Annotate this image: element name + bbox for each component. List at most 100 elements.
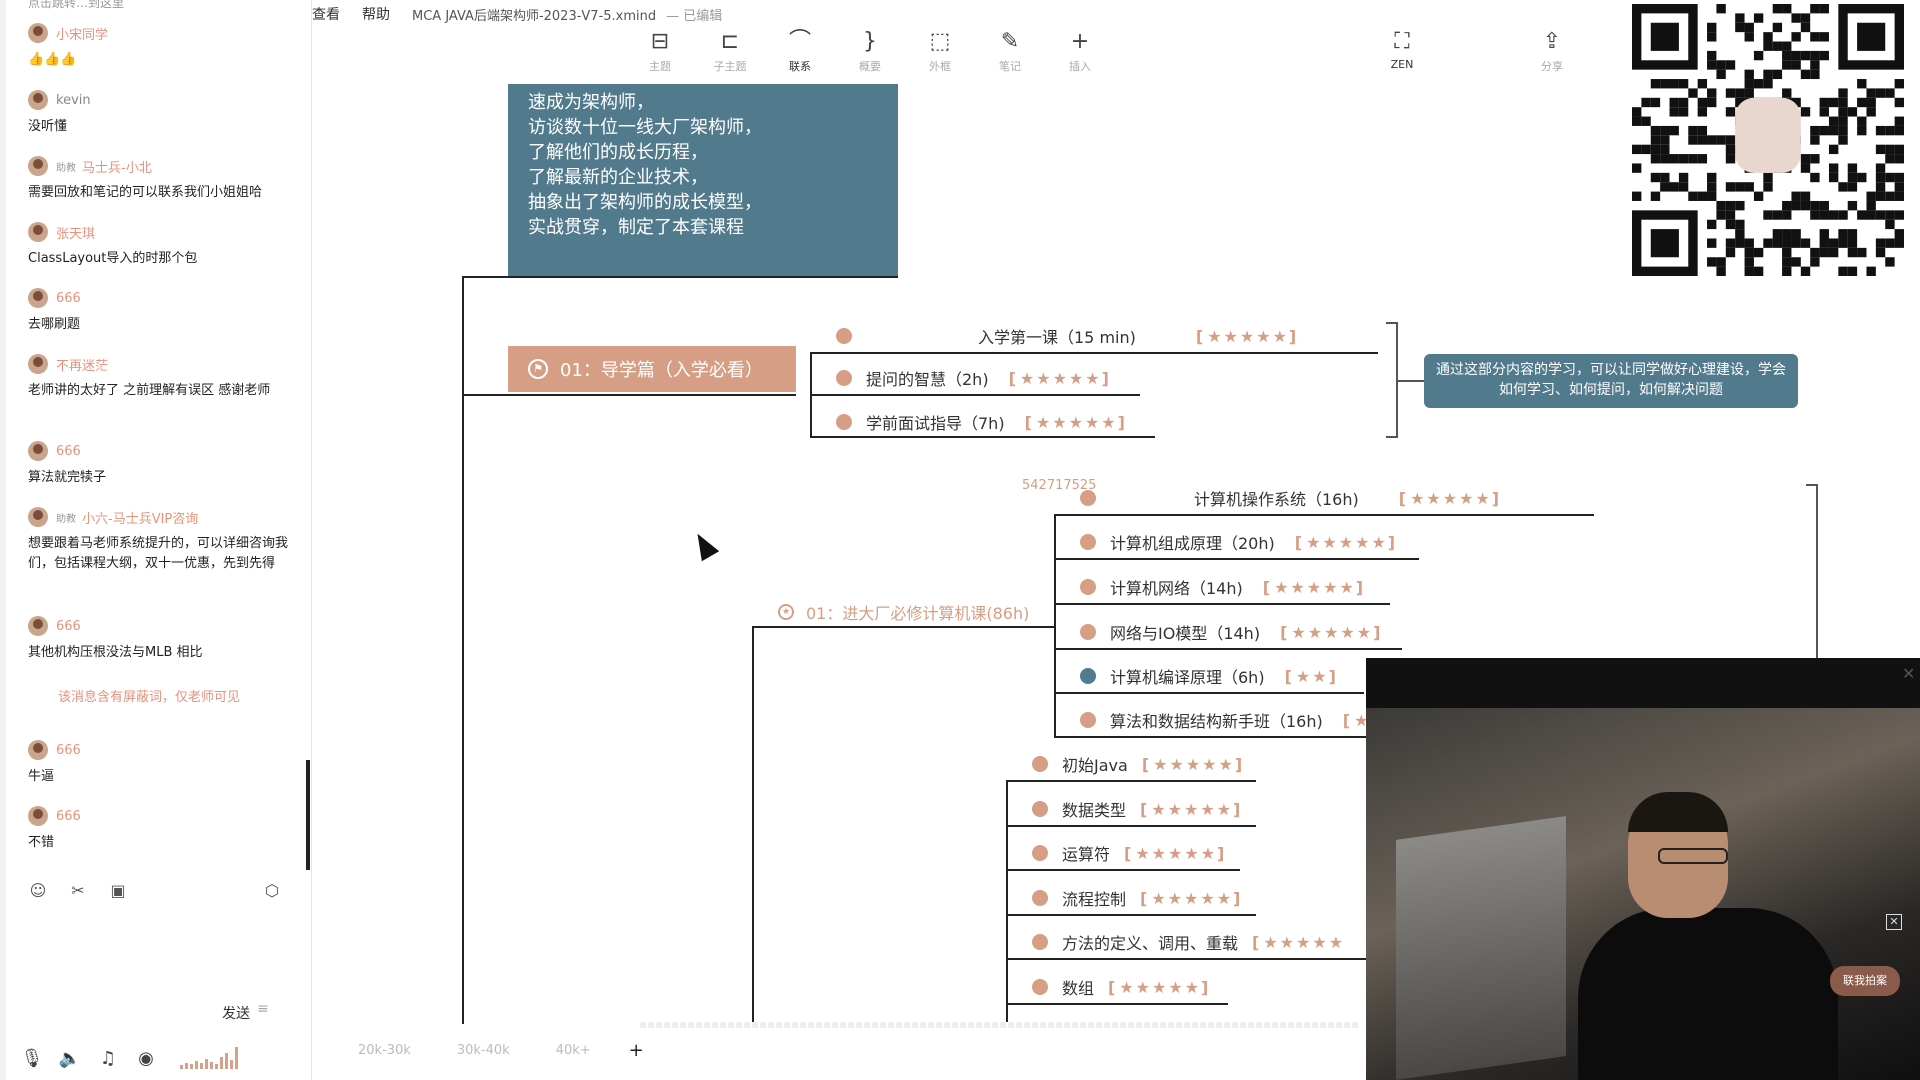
camera-icon[interactable]: ◉ xyxy=(136,1048,156,1069)
topic-title: 运算符 xyxy=(1062,845,1111,864)
rating-stars: ★★★★★ xyxy=(1263,932,1346,952)
section-cs-topic[interactable]: ★ 01：进大厂必修计算机课(86h) xyxy=(778,600,1029,624)
intro-topic[interactable]: 速成为架构师， 访谈数十位一线大厂架构师， 了解他们的成长历程， 了解最新的企业… xyxy=(508,84,898,276)
summary-bracket xyxy=(1816,484,1818,664)
rating-stars: ★★★★★ xyxy=(1135,843,1218,863)
bullet-icon xyxy=(1080,624,1096,640)
rating-stars: ★★★★★ xyxy=(1274,577,1356,597)
topic-item[interactable]: 计算机操作系统（16h) [★★★★★] xyxy=(1080,486,1499,510)
speaker-icon[interactable]: 🔈 xyxy=(59,1048,81,1069)
chat-username: 666 xyxy=(56,808,81,824)
rating-stars: ★★★★★ xyxy=(1151,799,1234,819)
share-button[interactable]: ⇪ 分享 xyxy=(1522,28,1582,74)
topic-item[interactable]: 计算机组成原理（20h) [★★★★★] xyxy=(1080,530,1395,554)
menu-help[interactable]: 帮助 xyxy=(362,4,390,24)
send-options-icon[interactable]: ≡ xyxy=(257,1001,269,1017)
topic-item[interactable]: 数据类型 [★★★★★] xyxy=(1032,797,1240,821)
topic-item[interactable]: 方法的定义、调用、重载 [★★★★★ xyxy=(1032,930,1345,954)
connector xyxy=(462,394,796,396)
chat-tools: ☺ ✂ ▣ xyxy=(28,880,128,900)
boundary-button[interactable]: ⬚ 外框 xyxy=(910,28,970,74)
avatar xyxy=(28,507,48,527)
bullet-icon xyxy=(1032,845,1048,861)
connector xyxy=(1054,558,1419,560)
branch-line xyxy=(752,626,754,1024)
connector xyxy=(1054,692,1364,694)
connector xyxy=(1054,514,1594,516)
insert-button[interactable]: + 插入 xyxy=(1050,28,1110,74)
topic-item[interactable]: 提问的智慧（2h) [★★★★★] xyxy=(836,366,1109,390)
rating-stars: ★★ xyxy=(1295,666,1329,686)
sheet-tab[interactable]: 40k+ xyxy=(556,1043,591,1058)
rating-stars: ★★★★★ xyxy=(1151,888,1234,908)
music-icon[interactable]: ♫ xyxy=(98,1048,118,1069)
avatar xyxy=(28,616,48,636)
connector xyxy=(1054,603,1390,605)
branch-line xyxy=(1006,782,1008,1024)
summary-label: 概要 xyxy=(859,60,881,73)
topic-item[interactable]: 学前面试指导（7h) [★★★★★] xyxy=(836,410,1125,434)
topic-title: 计算机操作系统（16h) xyxy=(1194,490,1359,509)
settings-icon[interactable]: ⬡ xyxy=(262,880,282,900)
section-guide-topic[interactable]: ⚑ 01：导学篇（入学必看） xyxy=(508,346,796,392)
bullet-icon xyxy=(1032,934,1048,950)
boundary-icon: ⬚ xyxy=(929,29,951,54)
topic-title: 数组 xyxy=(1062,979,1095,998)
intro-line: 了解他们的成长历程， xyxy=(528,142,708,163)
insert-icon: + xyxy=(1070,29,1090,54)
document-title: MCA JAVA后端架构师-2023-V7-5.xmind xyxy=(412,8,657,24)
avatar xyxy=(28,740,48,760)
topic-title: 计算机网络（14h) xyxy=(1110,579,1243,598)
relationship-button[interactable]: ⌒ 联系 xyxy=(770,28,830,74)
topic-title: 初始Java xyxy=(1062,756,1128,775)
topic-button[interactable]: ⊟ 主题 xyxy=(630,28,690,74)
sheet-tab[interactable]: 30k-40k xyxy=(457,1043,510,1058)
microphone-icon[interactable]: 🎙 xyxy=(21,1048,44,1069)
topic-item[interactable]: 流程控制 [★★★★★] xyxy=(1032,886,1240,910)
topic-item[interactable]: 初始Java [★★★★★] xyxy=(1032,752,1242,776)
chat-text: 算法就完犊子 xyxy=(28,470,107,485)
add-sheet-icon[interactable]: + xyxy=(629,1040,644,1061)
topic-item[interactable]: 算法和数据结构新手班（16h) [★ xyxy=(1080,708,1370,732)
sheet-tab[interactable]: 20k-30k xyxy=(358,1043,411,1058)
chat-username: kevin xyxy=(56,92,91,108)
connector xyxy=(1006,780,1256,782)
bullet-icon xyxy=(1080,668,1096,684)
subtopic-label: 子主题 xyxy=(713,60,747,73)
connector xyxy=(810,352,1378,354)
chat-username: 张天琪 xyxy=(56,226,96,242)
emoji-icon[interactable]: ☺ xyxy=(28,880,48,900)
avatar xyxy=(28,156,48,176)
chat-scrollbar[interactable] xyxy=(306,760,310,870)
subtopic-button[interactable]: ⊏ 子主题 xyxy=(700,28,760,74)
close-icon[interactable]: ✕ xyxy=(1902,664,1915,683)
insert-label: 插入 xyxy=(1069,60,1091,73)
chat-message: 张天琪 ClassLayout导入的时那个包 xyxy=(28,221,288,269)
summary-note[interactable]: 通过这部分内容的学习，可以让同学做好心理建设，学会如何学习、如何提问，如何解决问… xyxy=(1424,354,1798,408)
relationship-icon: ⌒ xyxy=(788,29,811,54)
topic-item[interactable]: 网络与IO模型（14h) [★★★★★] xyxy=(1080,620,1380,644)
summary-icon: } xyxy=(863,29,877,54)
mouse-cursor-icon xyxy=(688,528,720,562)
note-button[interactable]: ✎ 笔记 xyxy=(980,28,1040,74)
horizontal-scrollbar[interactable] xyxy=(640,1022,1360,1028)
topic-item[interactable]: 入学第一课（15 min) [★★★★★] xyxy=(836,324,1296,348)
image-icon[interactable]: ▣ xyxy=(108,880,128,900)
zen-icon: ⛶ xyxy=(1394,29,1410,54)
rating-stars: ★★★★★ xyxy=(1410,488,1492,508)
section-guide-title: 01：导学篇（入学必看） xyxy=(560,360,763,381)
chat-message: 666 其他机构压根没法与MLB 相比 xyxy=(28,615,288,663)
send-button[interactable]: 发送 xyxy=(222,1003,250,1023)
boundary-label: 外框 xyxy=(929,60,951,73)
topic-item[interactable]: 计算机编译原理（6h) [★★] xyxy=(1080,664,1336,688)
summary-button[interactable]: } 概要 xyxy=(840,28,900,74)
topic-title: 网络与IO模型（14h) xyxy=(1110,624,1261,643)
close-icon[interactable]: ✕ xyxy=(1886,914,1902,930)
scissors-icon[interactable]: ✂ xyxy=(68,880,88,900)
topic-item[interactable]: 数组 [★★★★★] xyxy=(1032,975,1208,999)
topic-item[interactable]: 运算符 [★★★★★] xyxy=(1032,841,1224,865)
zen-button[interactable]: ⛶ ZEN xyxy=(1372,28,1432,71)
menu-view[interactable]: 查看 xyxy=(312,4,340,24)
topic-item[interactable]: 计算机网络（14h) [★★★★★] xyxy=(1080,575,1363,599)
connector xyxy=(1054,648,1402,650)
